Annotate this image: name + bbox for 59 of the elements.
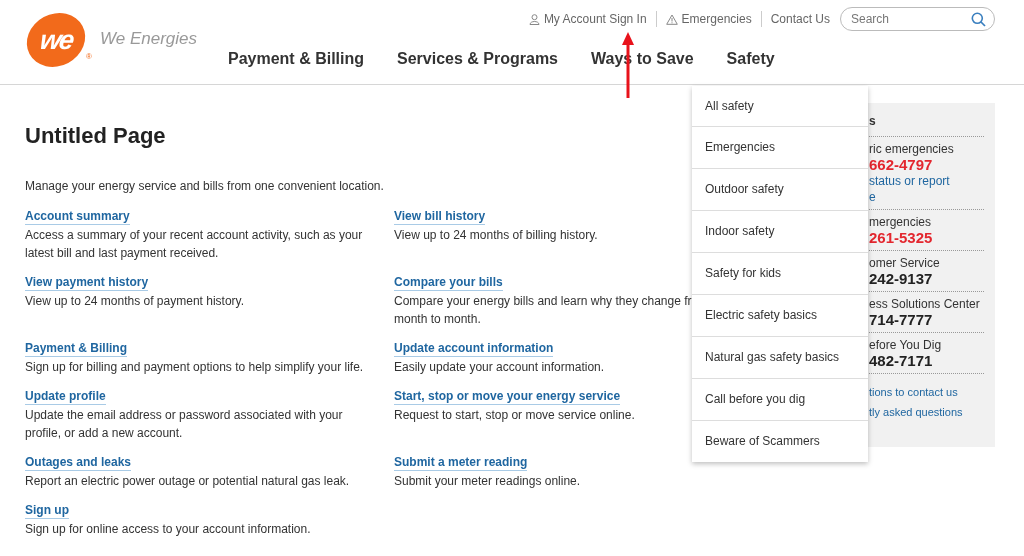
section-description: Easily update your account information. [394,359,605,376]
section-link[interactable]: Sign up [25,502,69,519]
section-description: Submit your meter readings online. [394,473,581,490]
section-description: Request to start, stop or move service online. [394,407,635,424]
phone-number: 261-5325 [869,230,934,246]
section-link[interactable]: Account summary [25,208,130,225]
section-link[interactable]: Update profile [25,388,106,405]
utility-link[interactable]: Contact Us [770,12,830,26]
section-link[interactable]: Compare your bills [394,274,503,291]
panel-link[interactable]: tly asked questions [869,402,984,422]
section-link[interactable]: View payment history [25,274,149,291]
contact-link[interactable]: e [869,189,984,205]
menu-item[interactable]: Natural gas safety basics [692,336,868,378]
section-description: View up to 24 months of payment history. [25,293,244,310]
phone-number: 242-9137 [869,271,934,287]
section-description: View up to 24 months of billing history. [394,227,598,244]
nav-tab[interactable]: Services & Programs [380,47,574,76]
section-description: Report an electric power outage or potential natural gas leak. [25,473,350,490]
panel-heading: s [869,112,984,137]
nav-tab[interactable]: Payment & Billing [228,47,381,76]
phone-number: 714-7777 [869,312,934,328]
menu-item[interactable]: Indoor safety [692,210,868,252]
search-field[interactable]: Search [840,7,995,31]
contact-label: omer Service [869,255,941,271]
contact-link[interactable]: status or report [869,173,984,189]
section-link[interactable]: View bill history [394,208,486,225]
utility-link[interactable]: Emergencies [665,12,752,26]
section-description: Compare your energy bills and learn why they change fr month to month. [394,293,692,328]
contact-label: ess Solutions Center [869,296,981,312]
menu-item[interactable]: Call before you dig [692,378,868,420]
phone-number: 482-7171 [869,353,934,369]
section-description: Update the email address or password associated with your profile, or add a new account. [25,407,344,442]
contact-label: efore You Dig [869,337,943,353]
section-link[interactable]: Outages and leaks [25,454,132,471]
intro-text: Manage your energy service and bills from one convenient location. [25,178,384,195]
registered-mark: ® [86,53,92,61]
section-description: Access a summary of your recent account activity, such as your latest bill and last payment received. [25,227,364,262]
menu-item[interactable]: Beware of Scammers [692,420,868,462]
brand-name: We Energies [100,29,197,49]
search-icon[interactable] [971,12,986,27]
menu-item[interactable]: Emergencies [692,126,868,168]
panel-link[interactable]: tions to contact us [869,382,984,402]
person-icon [528,13,540,25]
menu-item[interactable]: Outdoor safety [692,168,868,210]
section-description: Sign up for billing and payment options to help simplify your life. [25,359,364,376]
menu-item[interactable]: Safety for kids [692,252,868,294]
menu-item[interactable]: All safety [692,86,868,126]
warning-icon [665,13,678,25]
phone-number: 662-4797 [869,157,934,173]
page-title: Untitled Page [25,123,166,149]
contact-label: mergencies [869,214,933,230]
utility-link[interactable]: My Account Sign In [528,12,647,26]
menu-item[interactable]: Electric safety basics [692,294,868,336]
section-link[interactable]: Start, stop or move your energy service [394,388,621,405]
section-link[interactable]: Submit a meter reading [394,454,528,471]
section-link[interactable]: Payment & Billing [25,340,128,357]
section-description: Sign up for online access to your account information. [25,521,311,538]
section-link[interactable]: Update account information [394,340,554,357]
contact-label: ric emergencies [869,141,955,157]
